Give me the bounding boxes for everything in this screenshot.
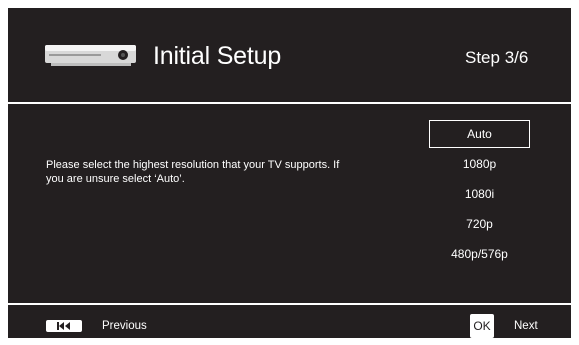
next-button[interactable]: OK Next (470, 314, 538, 338)
resolution-options: Auto 1080p 1080i 720p 480p/576p (429, 120, 530, 270)
disc-player-icon (45, 45, 136, 66)
instructions-text: Please select the highest resolution tha… (46, 159, 340, 185)
previous-button[interactable]: Previous (46, 320, 147, 332)
option-720p[interactable]: 720p (429, 210, 530, 238)
option-480p-576p[interactable]: 480p/576p (429, 240, 530, 268)
header-divider (8, 102, 571, 104)
header: Initial Setup Step 3/6 (8, 8, 571, 102)
option-1080p[interactable]: 1080p (429, 150, 530, 178)
option-1080i[interactable]: 1080i (429, 180, 530, 208)
step-indicator: Step 3/6 (465, 48, 529, 67)
page-title: Initial Setup (153, 42, 282, 70)
setup-screen: Initial Setup Step 3/6 Please select the… (8, 8, 571, 338)
skip-back-icon (46, 320, 82, 332)
footer-divider (8, 303, 571, 305)
option-auto[interactable]: Auto (429, 120, 530, 148)
previous-label: Previous (102, 320, 147, 332)
next-label: Next (514, 320, 538, 332)
ok-key[interactable]: OK (470, 314, 494, 338)
